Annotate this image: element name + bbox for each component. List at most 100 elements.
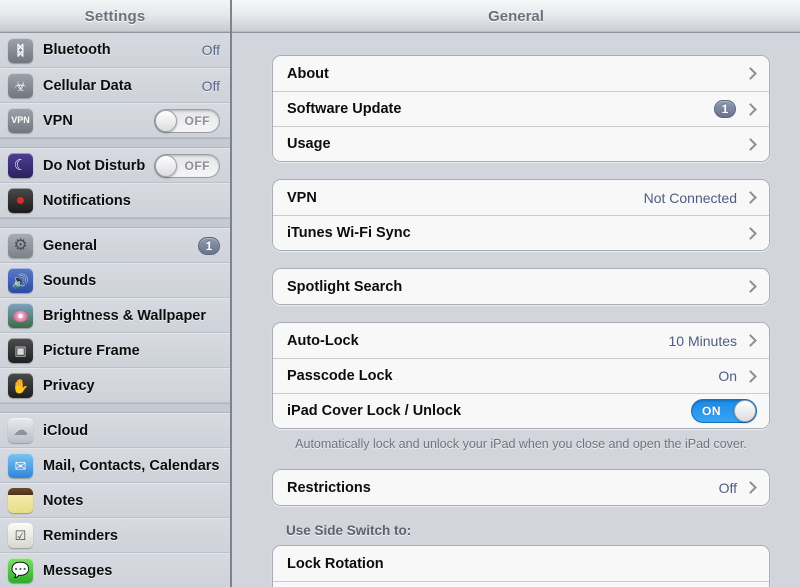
settings-row[interactable]: Usage xyxy=(273,126,769,161)
privacy-icon: ✋ xyxy=(8,373,33,398)
settings-row-label: Lock Rotation xyxy=(287,555,384,572)
sidebar-item-general[interactable]: ⚙ General 1 xyxy=(0,228,230,263)
settings-row-value: 10 Minutes xyxy=(668,332,737,349)
sidebar-item-label: Bluetooth xyxy=(43,42,111,58)
settings-row-label: iTunes Wi-Fi Sync xyxy=(287,225,411,241)
toggle-label: ON xyxy=(702,404,721,418)
sidebar-item-label: Messages xyxy=(43,562,113,579)
do-not-disturb-icon: ☾ xyxy=(8,153,33,178)
picture-frame-icon: ▣ xyxy=(8,338,33,363)
settings-row-badge: 1 xyxy=(714,100,736,118)
settings-row[interactable]: Restrictions Off xyxy=(273,470,769,505)
settings-row[interactable]: Spotlight Search xyxy=(273,269,769,304)
ipad-settings-app: Settings ᛥ Bluetooth Off ☣ Cellular Data Off V… xyxy=(0,0,800,587)
sidebar-item-brightness-wallpaper[interactable]: Brightness & Wallpaper xyxy=(0,298,230,333)
settings-row[interactable]: Passcode Lock On xyxy=(273,358,769,393)
chevron-right-icon xyxy=(744,67,757,80)
sounds-icon: 🔊 xyxy=(8,268,33,293)
side-switch-group: Lock Rotation Mute✓ xyxy=(272,545,770,587)
messages-icon: 💬 xyxy=(8,558,33,583)
settings-row[interactable]: iTunes Wi-Fi Sync xyxy=(273,215,769,250)
settings-sidebar: Settings ᛥ Bluetooth Off ☣ Cellular Data Off V… xyxy=(0,0,232,587)
sidebar-item-label: Do Not Disturb xyxy=(43,157,146,174)
sidebar-item-label: VPN xyxy=(43,112,73,129)
sidebar-item-notes[interactable]: Notes xyxy=(0,483,230,518)
settings-row-value: Off xyxy=(718,479,737,496)
settings-row-label: Restrictions xyxy=(287,479,371,496)
sidebar-item-badge: 1 xyxy=(198,236,220,255)
settings-row-value: On xyxy=(718,368,737,384)
chevron-right-icon xyxy=(744,280,757,293)
chevron-right-icon xyxy=(744,334,757,347)
sidebar-item-cellular-data[interactable]: ☣ Cellular Data Off xyxy=(0,68,230,103)
chevron-right-icon xyxy=(744,226,757,240)
sidebar-list: ᛥ Bluetooth Off ☣ Cellular Data Off VPN VPN OFF ☾… xyxy=(0,33,230,587)
toggle-switch[interactable]: OFF xyxy=(154,108,220,133)
toggle-knob[interactable] xyxy=(734,400,756,422)
brightness-wallpaper-icon xyxy=(8,303,33,328)
sidebar-item-value: Off xyxy=(201,42,220,58)
sidebar-item-value: Off xyxy=(201,77,220,94)
sidebar-item-messages[interactable]: 💬 Messages xyxy=(0,553,230,587)
toggle-label: OFF xyxy=(184,113,210,128)
settings-row[interactable]: Lock Rotation xyxy=(273,546,769,581)
notifications-icon: ● xyxy=(8,188,33,213)
settings-row-label: About xyxy=(287,65,329,82)
settings-row-label: Usage xyxy=(287,136,331,152)
settings-row-label: Software Update xyxy=(287,101,402,117)
toggle-switch[interactable]: OFF xyxy=(154,153,220,178)
sidebar-item-label: Reminders xyxy=(43,527,118,544)
chevron-right-icon xyxy=(744,369,757,383)
sidebar-item-label: Picture Frame xyxy=(43,342,140,359)
side-switch-group-title: Use Side Switch to: xyxy=(286,523,412,538)
toggle-knob[interactable] xyxy=(155,109,177,132)
vpn-icon: VPN xyxy=(8,108,33,133)
toggle-label: OFF xyxy=(184,158,210,173)
sidebar-item-privacy[interactable]: ✋ Privacy xyxy=(0,368,230,403)
settings-row[interactable]: Auto-Lock 10 Minutes xyxy=(273,323,769,358)
chevron-right-icon xyxy=(744,191,757,204)
sidebar-item-label: Notifications xyxy=(43,192,131,209)
reminders-icon: ☑ xyxy=(8,523,33,548)
settings-group: Auto-Lock 10 Minutes Passcode Lock On iPad C… xyxy=(272,322,770,429)
sidebar-group-separator xyxy=(0,218,230,228)
toggle-switch[interactable]: ON xyxy=(691,399,757,423)
settings-row[interactable]: VPN Not Connected xyxy=(273,180,769,215)
sidebar-item-label: Privacy xyxy=(43,377,95,394)
settings-row-label: Auto-Lock xyxy=(287,332,359,349)
settings-row[interactable]: About xyxy=(273,56,769,91)
sidebar-item-icloud[interactable]: ☁ iCloud xyxy=(0,413,230,448)
sidebar-item-picture-frame[interactable]: ▣ Picture Frame xyxy=(0,333,230,368)
chevron-right-icon xyxy=(744,137,757,151)
sidebar-item-label: Sounds xyxy=(43,272,97,289)
settings-group: Spotlight Search xyxy=(272,268,770,305)
sidebar-item-vpn[interactable]: VPN VPN OFF xyxy=(0,103,230,138)
toggle-knob[interactable] xyxy=(155,154,177,177)
bluetooth-icon: ᛥ xyxy=(8,37,33,63)
sidebar-item-reminders[interactable]: ☑ Reminders xyxy=(0,518,230,553)
chevron-right-icon xyxy=(744,102,757,116)
sidebar-item-notifications[interactable]: ● Notifications xyxy=(0,183,230,218)
general-detail-panel: General About Software Update 1 Usage VPN Not… xyxy=(232,0,800,587)
sidebar-group-separator xyxy=(0,403,230,413)
icloud-icon: ☁ xyxy=(8,418,33,443)
general-gear-icon: ⚙ xyxy=(8,233,33,258)
settings-row[interactable]: Mute✓ xyxy=(273,581,769,587)
chevron-right-icon xyxy=(744,481,757,494)
settings-group: About Software Update 1 Usage xyxy=(272,55,770,162)
sidebar-item-sounds[interactable]: 🔊 Sounds xyxy=(0,263,230,298)
sidebar-group-separator xyxy=(0,138,230,148)
mail-contacts-calendars-icon: ✉ xyxy=(8,453,33,478)
detail-body: About Software Update 1 Usage VPN Not Connect… xyxy=(232,33,800,587)
sidebar-item-label: iCloud xyxy=(43,422,89,439)
settings-row-label: VPN xyxy=(287,189,317,206)
sidebar-item-mail-contacts-calendars[interactable]: ✉ Mail, Contacts, Calendars xyxy=(0,448,230,483)
settings-row-label: iPad Cover Lock / Unlock xyxy=(287,403,462,419)
settings-row-label: Spotlight Search xyxy=(287,278,403,295)
settings-group: Restrictions Off xyxy=(272,469,770,506)
settings-row[interactable]: iPad Cover Lock / Unlock ON xyxy=(273,393,769,428)
settings-row[interactable]: Software Update 1 xyxy=(273,91,769,126)
sidebar-item-do-not-disturb[interactable]: ☾ Do Not Disturb OFF xyxy=(0,148,230,183)
sidebar-item-bluetooth[interactable]: ᛥ Bluetooth Off xyxy=(0,33,230,68)
sidebar-title: Settings xyxy=(84,7,146,25)
